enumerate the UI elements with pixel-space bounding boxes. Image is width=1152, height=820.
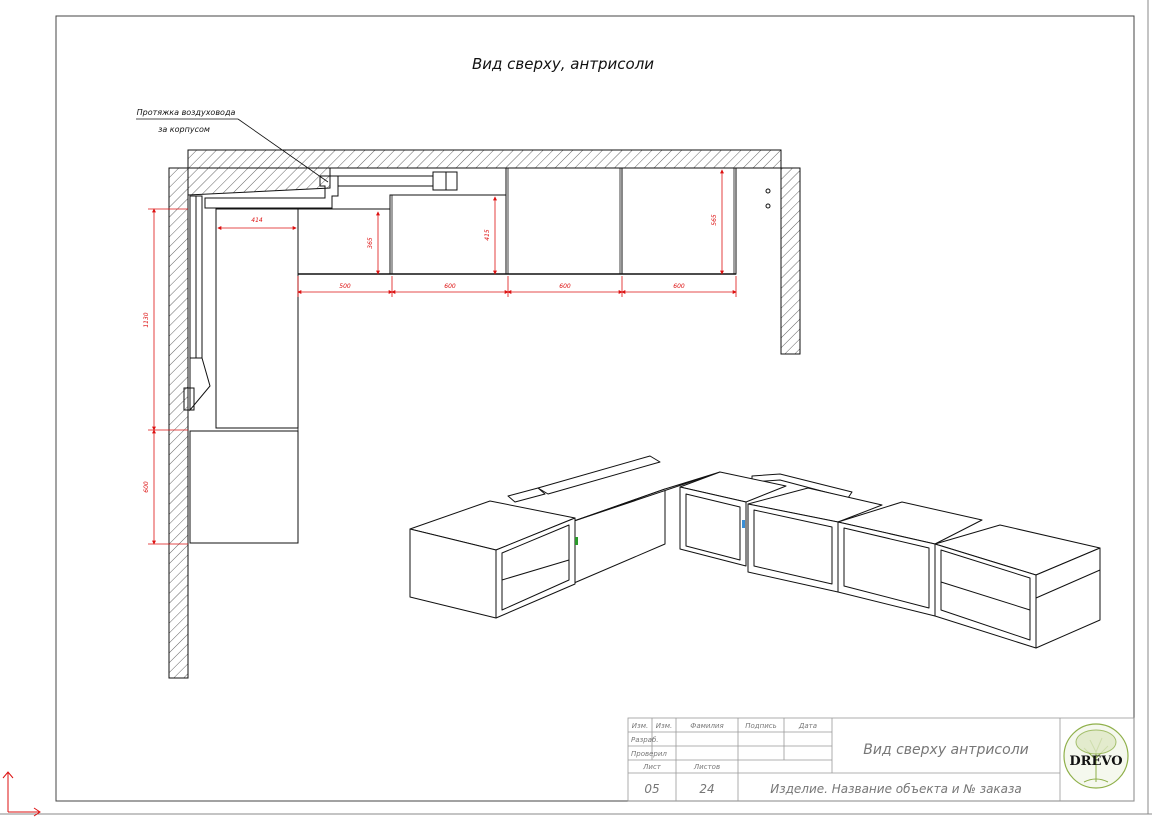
stamp-sheets-total: 24 — [699, 782, 714, 796]
wall-corner-block — [187, 167, 331, 196]
drawing-title: Вид сверху, антрисоли — [472, 55, 654, 73]
stamp-document-title: Вид сверху антрисоли — [863, 742, 1028, 758]
stamp-hdr-izm: Изм. — [632, 722, 648, 730]
iso-duct — [507, 487, 546, 503]
socket-icon — [765, 188, 771, 194]
dim-depth-2: 415 — [484, 229, 491, 241]
title-block-text: Изм. Изм. Фамилия Подпись Дата Разраб. П… — [631, 722, 1029, 796]
iso-hinge-mark — [575, 537, 578, 545]
iso-duct — [537, 455, 661, 495]
stamp-row-checked: Проверил — [631, 750, 667, 758]
stamp-hdr-izm2: Изм. — [656, 722, 672, 730]
dim-top-width-4: 600 — [559, 283, 571, 290]
stamp-hdr-date: Дата — [798, 722, 817, 730]
isometric-view — [409, 455, 1101, 649]
ucs-axis-icon — [2, 771, 41, 817]
dim-top-width-3: 600 — [444, 283, 456, 290]
dim-depth-3: 565 — [711, 214, 718, 226]
dim-top-width-1: 414 — [251, 217, 263, 224]
stamp-hdr-surname: Фамилия — [690, 722, 723, 730]
wall-right — [780, 167, 801, 355]
dim-top-width-5: 600 — [673, 283, 685, 290]
callout-label-line2: за корпусом — [158, 125, 210, 134]
stamp-product-line: Изделие. Название объекта и № заказа — [770, 782, 1022, 796]
dim-depth-1: 365 — [367, 237, 374, 249]
drawing-sheet: Вид сверху, антрисоли Протяжка воздухово… — [0, 0, 1152, 820]
stamp-hdr-sheet: Лист — [642, 763, 662, 771]
plan-cabinet-left-upper — [215, 208, 299, 429]
drevo-logo: DREVO — [1063, 723, 1129, 789]
wall-top — [187, 149, 782, 169]
callout-label-line1: Протяжка воздуховода — [137, 108, 236, 117]
dim-side-length-2: 600 — [143, 481, 150, 493]
socket-icon — [765, 203, 771, 209]
stamp-sheet-number: 05 — [644, 782, 659, 796]
wall-left — [168, 167, 189, 679]
plan-cabinets — [189, 167, 737, 544]
plan-cabinet-top-4 — [621, 167, 737, 275]
stamp-row-developed: Разраб. — [631, 736, 659, 744]
plan-cabinet-top-1 — [297, 208, 391, 275]
dim-top-width-2: 500 — [339, 283, 351, 290]
logo-text: DREVO — [1069, 754, 1122, 769]
dim-side-length-1: 1130 — [143, 312, 150, 327]
plan-cabinet-left-lower — [189, 430, 299, 544]
stamp-hdr-sheets: Листов — [693, 763, 720, 771]
iso-hinge-mark — [742, 520, 745, 528]
stamp-hdr-signature: Подпись — [745, 722, 777, 730]
plan-cabinet-top-3 — [505, 167, 623, 275]
